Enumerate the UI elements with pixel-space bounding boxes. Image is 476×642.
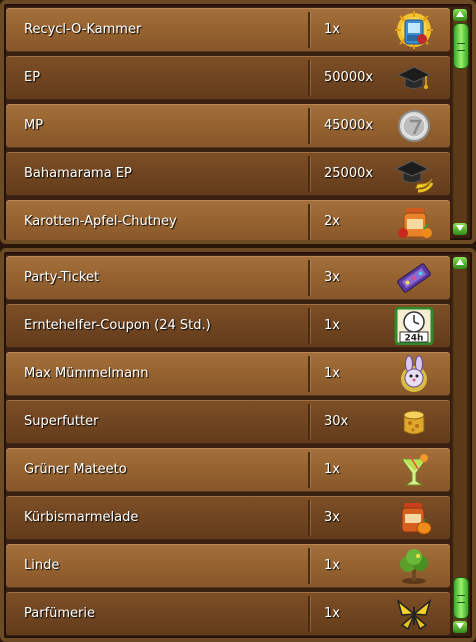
item-quantity: 45000x bbox=[324, 118, 374, 133]
coupon-label: 24h bbox=[405, 334, 424, 344]
scrollbar-bottom[interactable] bbox=[452, 256, 469, 634]
arrow-up-icon bbox=[456, 259, 464, 265]
item-quantity: 1x bbox=[324, 558, 340, 573]
item-quantity: 1x bbox=[324, 318, 340, 333]
item-name: Linde bbox=[24, 558, 60, 573]
item-quantity: 3x bbox=[324, 510, 340, 525]
cocktail-glass-icon bbox=[394, 451, 434, 489]
reward-list-top: Recycl-O-Kammer 1x EP 50000x MP 45000x B… bbox=[0, 0, 476, 244]
item-name: EP bbox=[24, 70, 41, 85]
graduation-cap-banana-icon bbox=[394, 155, 434, 193]
item-quantity: 1x bbox=[324, 22, 340, 37]
list-item: Grüner Mateeto 1x bbox=[6, 448, 450, 492]
item-quantity: 1x bbox=[324, 606, 340, 621]
chutney-jar-icon bbox=[394, 203, 434, 240]
item-quantity: 25000x bbox=[324, 166, 374, 181]
item-name: Grüner Mateeto bbox=[24, 462, 127, 477]
scrollbar-top[interactable] bbox=[452, 8, 469, 236]
scroll-down-button[interactable] bbox=[453, 223, 467, 235]
list-item: Erntehelfer-Coupon (24 Std.) 1x 24h bbox=[6, 304, 450, 348]
scroll-up-button[interactable] bbox=[453, 257, 467, 269]
item-quantity: 1x bbox=[324, 462, 340, 477]
linden-tree-icon bbox=[394, 547, 434, 585]
list-item: Linde 1x bbox=[6, 544, 450, 588]
item-quantity: 30x bbox=[324, 414, 349, 429]
list-item: EP 50000x bbox=[6, 56, 450, 100]
superfood-icon bbox=[394, 403, 434, 441]
scroll-down-button[interactable] bbox=[453, 621, 467, 633]
item-name: Party-Ticket bbox=[24, 270, 100, 285]
butterfly-icon bbox=[394, 595, 434, 633]
list-item: Kürbismarmelade 3x bbox=[6, 496, 450, 540]
arrow-down-icon bbox=[456, 225, 464, 231]
item-name: MP bbox=[24, 118, 44, 133]
bunny-icon bbox=[394, 355, 434, 393]
list-item: Superfutter 30x bbox=[6, 400, 450, 444]
silver-coin-icon bbox=[394, 107, 434, 145]
item-quantity: 1x bbox=[324, 366, 340, 381]
arrow-down-icon bbox=[456, 623, 464, 629]
item-quantity: 50000x bbox=[324, 70, 374, 85]
item-name: Bahamarama EP bbox=[24, 166, 132, 181]
item-name: Recycl-O-Kammer bbox=[24, 22, 142, 37]
item-quantity: 2x bbox=[324, 214, 340, 229]
list-item: Max Mümmelmann 1x bbox=[6, 352, 450, 396]
item-quantity: 3x bbox=[324, 270, 340, 285]
reward-list-bottom: Party-Ticket 3x Erntehelfer-Coupon (24 S… bbox=[0, 248, 476, 642]
item-name: Karotten-Apfel-Chutney bbox=[24, 214, 177, 229]
pumpkin-jam-icon bbox=[394, 499, 434, 537]
list-item: Karotten-Apfel-Chutney 2x bbox=[6, 200, 450, 240]
item-name: Max Mümmelmann bbox=[24, 366, 149, 381]
item-name: Kürbismarmelade bbox=[24, 510, 139, 525]
item-name: Superfutter bbox=[24, 414, 99, 429]
item-name: Parfümerie bbox=[24, 606, 95, 621]
scroll-thumb[interactable] bbox=[453, 23, 469, 69]
graduation-cap-icon bbox=[394, 59, 434, 97]
party-ticket-icon bbox=[394, 259, 434, 297]
item-name: Erntehelfer-Coupon (24 Std.) bbox=[24, 318, 211, 333]
recycling-chamber-icon bbox=[394, 11, 434, 49]
list-item: Party-Ticket 3x bbox=[6, 256, 450, 300]
list-item: Bahamarama EP 25000x bbox=[6, 152, 450, 196]
list-item: MP 45000x bbox=[6, 104, 450, 148]
scroll-up-button[interactable] bbox=[453, 9, 467, 21]
list-item: Recycl-O-Kammer 1x bbox=[6, 8, 450, 52]
list-item: Parfümerie 1x bbox=[6, 592, 450, 636]
scroll-thumb[interactable] bbox=[453, 577, 469, 619]
clock-coupon-icon: 24h bbox=[394, 306, 434, 346]
arrow-up-icon bbox=[456, 11, 464, 17]
